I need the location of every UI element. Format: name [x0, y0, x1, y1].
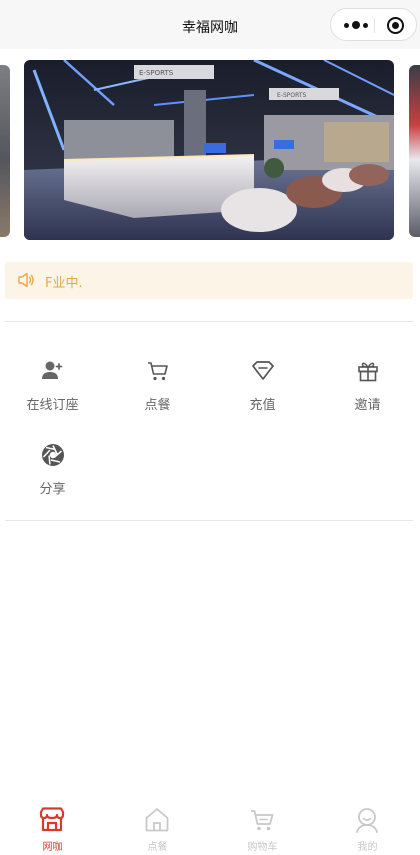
mini-program-capsule — [330, 8, 417, 41]
tab-label: 点餐 — [147, 842, 168, 853]
sign-left: E-SPORTS — [139, 69, 174, 77]
menu-item-label: 充值 — [249, 398, 276, 413]
speaker-icon — [18, 272, 34, 288]
tab-mine[interactable]: 我的 — [315, 799, 420, 855]
add-user-icon — [42, 361, 63, 379]
diamond-icon — [252, 361, 274, 380]
tab-internet-cafe[interactable]: 网咖 — [0, 799, 105, 855]
banner-slide-next[interactable] — [409, 65, 420, 237]
esports-cafe-image: E-SPORTS E-SPORTS — [24, 60, 394, 240]
menu-item-label: 邀请 — [354, 398, 381, 413]
notice-bar[interactable]: F业中. — [5, 262, 413, 299]
menu-item-label: 点餐 — [144, 398, 171, 413]
gift-icon — [358, 362, 378, 382]
menu-item-online-booking[interactable]: 在线订座 — [0, 352, 105, 422]
cart-icon — [148, 362, 168, 381]
user-icon — [356, 808, 378, 833]
menu-item-invite[interactable]: 邀请 — [315, 352, 420, 422]
banner-slide-previous[interactable] — [0, 65, 10, 237]
menu-item-label: 在线订座 — [26, 398, 79, 413]
tab-cart[interactable]: 购物车 — [210, 799, 315, 855]
tab-order[interactable]: 点餐 — [105, 799, 210, 855]
store-icon — [39, 807, 65, 832]
tab-bar: 网咖 点餐 购物车 我的 — [0, 799, 420, 855]
menu-item-recharge[interactable]: 充值 — [210, 352, 315, 422]
notice-text: F业中. — [45, 276, 83, 291]
divider-bottom — [5, 520, 413, 521]
home-icon — [145, 808, 169, 832]
capsule-divider — [374, 18, 375, 33]
menu-item-order-food[interactable]: 点餐 — [105, 352, 210, 422]
target-close-icon[interactable] — [387, 17, 404, 34]
tab-label: 我的 — [357, 842, 378, 853]
cart-icon — [251, 810, 274, 831]
menu-item-label: 分享 — [39, 482, 66, 497]
tab-label: 网咖 — [42, 842, 63, 853]
sign-right: E-SPORTS — [277, 92, 307, 99]
banner-slide[interactable]: E-SPORTS E-SPORTS — [24, 60, 394, 240]
navigation-bar: 幸福网咖 — [0, 0, 420, 49]
more-dots-icon[interactable] — [339, 14, 373, 36]
aperture-icon — [42, 444, 64, 466]
menu-item-share[interactable]: 分享 — [0, 436, 105, 506]
banner-carousel[interactable]: E-SPORTS E-SPORTS — [0, 60, 420, 241]
divider-top — [5, 321, 413, 322]
tab-label: 购物车 — [247, 842, 278, 853]
